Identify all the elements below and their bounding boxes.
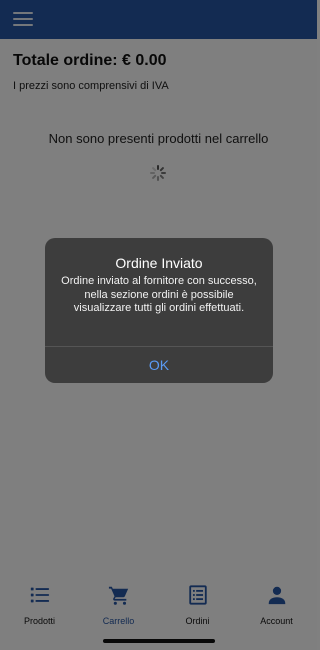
dialog-title: Ordine Inviato xyxy=(115,255,203,271)
dialog-message: Ordine inviato al fornitore con successo… xyxy=(61,275,257,314)
ok-button[interactable]: OK xyxy=(45,347,273,383)
order-sent-dialog: Ordine Inviato Ordine inviato al fornito… xyxy=(45,238,273,383)
